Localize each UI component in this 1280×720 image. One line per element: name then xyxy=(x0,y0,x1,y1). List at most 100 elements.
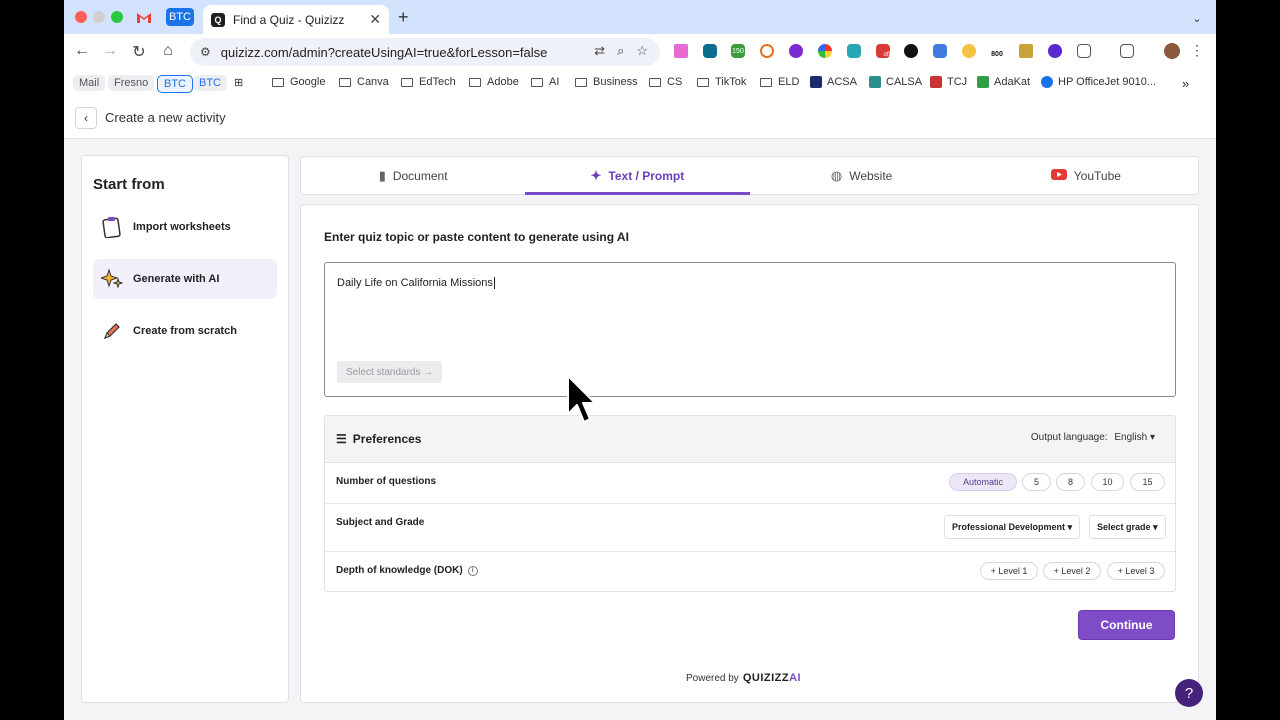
bookmark-mail[interactable]: Mail xyxy=(73,75,106,91)
close-window-button[interactable] xyxy=(75,11,87,23)
extension-icon-10[interactable] xyxy=(933,44,947,58)
folder-icon xyxy=(339,77,351,87)
questions-option-automatic[interactable]: Automatic xyxy=(949,473,1017,491)
extension-icon-3[interactable]: 150 xyxy=(731,44,745,58)
bookmark-btc-2[interactable]: BTC xyxy=(193,75,227,91)
questions-option-15[interactable]: 15 xyxy=(1130,473,1165,491)
bookmark-folder-edtech[interactable]: EdTech xyxy=(401,76,456,88)
tab-website[interactable]: ◍ Website xyxy=(750,157,974,194)
bookmark-fresno[interactable]: Fresno xyxy=(108,75,155,91)
bookmark-folder-cs[interactable]: CS xyxy=(649,76,682,88)
bookmark-folder-eld[interactable]: ELD xyxy=(760,76,799,88)
dok-level-1-chip[interactable]: + Level 1 xyxy=(980,562,1038,580)
side-panel-icon[interactable] xyxy=(1120,44,1134,58)
browser-menu-icon[interactable]: ⋮ xyxy=(1190,42,1204,59)
address-bar[interactable]: ⚙ quizizz.com/admin?createUsingAI=true&f… xyxy=(190,38,660,66)
extension-icon-14[interactable] xyxy=(1048,44,1062,58)
extensions-puzzle-icon[interactable] xyxy=(1077,44,1091,58)
apps-grid-icon[interactable]: ⊞ xyxy=(234,76,243,89)
btc-pinned-tab[interactable]: BTC xyxy=(166,8,194,26)
continue-button[interactable]: Continue xyxy=(1078,610,1175,640)
bookmark-folder-canva[interactable]: Canva xyxy=(339,76,389,88)
extension-icon-1[interactable] xyxy=(674,44,688,58)
dok-level-2-chip[interactable]: + Level 2 xyxy=(1043,562,1101,580)
number-of-questions-label: Number of questions xyxy=(336,476,437,487)
prompt-form-card: Enter quiz topic or paste content to gen… xyxy=(300,204,1199,703)
zoom-icon[interactable]: ⌕ xyxy=(617,43,624,59)
close-tab-icon[interactable]: ✕ xyxy=(369,11,381,28)
bookmark-btc-1[interactable]: BTC xyxy=(157,75,193,93)
tab-youtube[interactable]: YouTube xyxy=(974,157,1198,194)
minimize-window-button[interactable] xyxy=(93,11,105,23)
bookmark-acsa[interactable]: ACSA xyxy=(810,76,857,88)
tab-document[interactable]: ▮ Document xyxy=(301,157,525,194)
extension-icon-12[interactable]: 800 xyxy=(990,44,1004,58)
mouse-cursor-icon xyxy=(567,375,596,423)
extension-icon-2[interactable] xyxy=(703,44,717,58)
bookmark-folder-tiktok[interactable]: TikTok xyxy=(697,76,746,88)
questions-option-5[interactable]: 5 xyxy=(1022,473,1051,491)
bookmark-tcj[interactable]: TCJ xyxy=(930,76,967,88)
output-language-selector[interactable]: Output language: English ▾ xyxy=(1031,432,1155,443)
site-info-icon[interactable]: ⚙ xyxy=(200,45,211,59)
subject-dropdown[interactable]: Professional Development ▾ xyxy=(944,515,1081,539)
gmail-icon xyxy=(137,12,151,23)
folder-icon xyxy=(697,77,709,87)
bookmark-hp-officejet[interactable]: HP OfficeJet 9010... xyxy=(1041,76,1156,88)
bookmark-star-icon[interactable]: ☆ xyxy=(636,43,648,59)
bookmark-calsa[interactable]: CALSA xyxy=(869,76,922,88)
reload-icon[interactable]: ↻ xyxy=(130,42,148,62)
tcj-icon xyxy=(930,76,942,88)
import-worksheets-option[interactable]: Import worksheets xyxy=(93,207,277,247)
gmail-pinned-tab[interactable] xyxy=(136,8,152,26)
bookmarks-overflow-button[interactable]: » xyxy=(1182,76,1189,91)
tab-text-prompt[interactable]: ✦ Text / Prompt xyxy=(525,157,750,195)
new-tab-button[interactable]: + xyxy=(398,7,409,28)
sparkle-stars-icon xyxy=(101,268,123,290)
chevron-left-icon: ‹ xyxy=(84,111,88,125)
grade-dropdown[interactable]: Select grade ▾ xyxy=(1089,515,1166,539)
extension-icon-8[interactable]: off xyxy=(876,44,890,58)
start-from-title: Start from xyxy=(93,176,165,193)
bookmark-folder-ai[interactable]: AI xyxy=(531,76,559,88)
folder-icon xyxy=(401,77,413,87)
prompt-text: Daily Life on California Missions xyxy=(337,277,495,289)
back-arrow-icon[interactable]: ← xyxy=(73,42,91,60)
translate-icon[interactable]: ⇄ xyxy=(594,43,605,59)
page-header: ‹ Create a new activity xyxy=(64,98,1216,139)
maximize-window-button[interactable] xyxy=(111,11,123,23)
bookmark-folder-adobe[interactable]: Adobe xyxy=(469,76,519,88)
forward-arrow-icon[interactable]: → xyxy=(101,42,119,60)
extension-icon-5[interactable] xyxy=(789,44,803,58)
extension-icon-7[interactable] xyxy=(847,44,861,58)
back-button[interactable]: ‹ xyxy=(75,107,97,129)
extension-icon-13[interactable] xyxy=(1019,44,1033,58)
extension-icon-4[interactable] xyxy=(760,44,774,58)
globe-icon: ◍ xyxy=(830,167,843,183)
questions-option-10[interactable]: 10 xyxy=(1091,473,1124,491)
bookmark-folder-business[interactable]: Business xyxy=(575,76,638,88)
extension-icon-6[interactable] xyxy=(818,44,832,58)
prompt-textarea[interactable]: Daily Life on California Missions Select… xyxy=(324,262,1176,397)
subject-grade-label: Subject and Grade xyxy=(336,517,425,528)
preferences-title: ☰ Preferences xyxy=(336,432,422,446)
create-from-scratch-option[interactable]: Create from scratch xyxy=(93,311,277,351)
prompt-label: Enter quiz topic or paste content to gen… xyxy=(324,230,629,244)
bookmark-adakat[interactable]: AdaKat xyxy=(977,76,1030,88)
bookmark-folder-google[interactable]: Google xyxy=(272,76,325,88)
dok-level-3-chip[interactable]: + Level 3 xyxy=(1107,562,1165,580)
info-icon[interactable]: i xyxy=(467,565,478,576)
output-language-value: English xyxy=(1114,432,1148,443)
home-icon[interactable]: ⌂ xyxy=(159,42,177,60)
questions-option-8[interactable]: 8 xyxy=(1056,473,1085,491)
extension-icon-11[interactable] xyxy=(962,44,976,58)
adakat-icon xyxy=(977,76,989,88)
profile-avatar[interactable] xyxy=(1164,43,1180,59)
tab-strip: BTC Q Find a Quiz - Quizizz ✕ + ⌄ xyxy=(64,0,1216,34)
extension-icon-9[interactable] xyxy=(904,44,918,58)
tab-search-chevron-icon[interactable]: ⌄ xyxy=(1188,9,1206,27)
active-tab[interactable]: Q Find a Quiz - Quizizz ✕ xyxy=(203,5,389,34)
generate-with-ai-option[interactable]: Generate with AI xyxy=(93,259,277,299)
select-standards-button[interactable]: Select standards → xyxy=(337,361,443,383)
help-button[interactable]: ? xyxy=(1175,679,1203,707)
